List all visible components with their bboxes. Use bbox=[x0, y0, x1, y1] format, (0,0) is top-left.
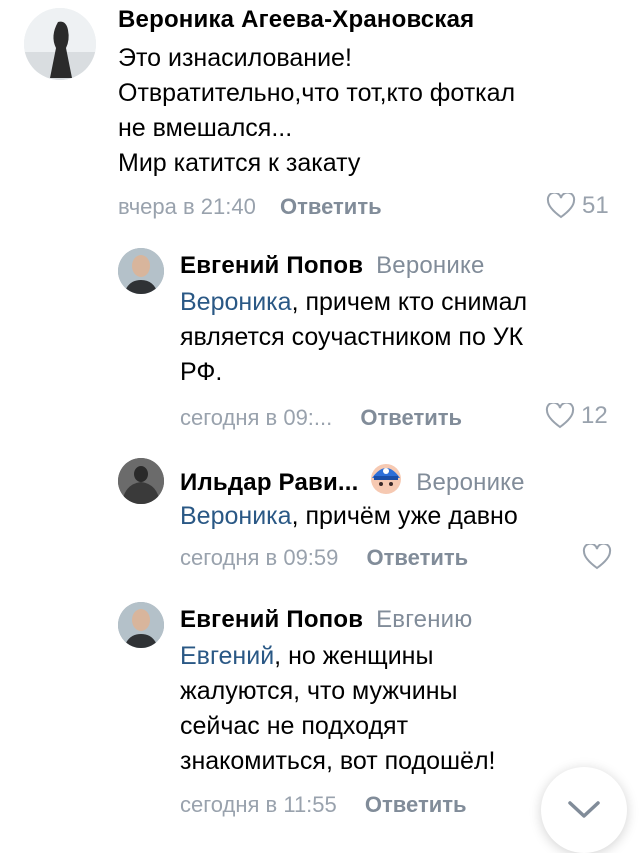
emoji-badge-icon bbox=[371, 464, 402, 494]
text-fragment: , но женщины bbox=[274, 642, 434, 670]
text-line: Вероника, причем кто снимал bbox=[180, 285, 610, 320]
heart-outline-icon bbox=[582, 544, 612, 570]
text-line: является соучастником по УК bbox=[180, 323, 524, 351]
like-button[interactable]: 51 bbox=[546, 192, 609, 220]
comment-text: Вероника, причём уже давно bbox=[180, 499, 610, 534]
comment-author: Евгений Попов Веронике bbox=[180, 252, 485, 280]
timestamp: сегодня в 11:55 bbox=[180, 792, 337, 817]
mention-link[interactable]: Вероника bbox=[180, 502, 292, 530]
text-line: РФ. bbox=[180, 358, 223, 386]
reply-button[interactable]: Ответить bbox=[280, 194, 382, 219]
author-name[interactable]: Евгений Попов bbox=[180, 606, 363, 633]
comment-text: Евгений, но женщины жалуются, что мужчин… bbox=[180, 639, 600, 779]
like-button[interactable]: 12 bbox=[545, 402, 608, 430]
like-count: 12 bbox=[581, 402, 608, 429]
text-fragment: , причём уже давно bbox=[291, 502, 518, 530]
comment-meta: сегодня в 11:55 Ответить bbox=[180, 792, 467, 818]
like-button[interactable] bbox=[582, 544, 612, 570]
heart-outline-icon bbox=[545, 403, 575, 429]
avatar[interactable] bbox=[118, 248, 164, 294]
comment-meta: сегодня в 09:59 Ответить bbox=[180, 545, 468, 571]
text-line: жалуются, что мужчины bbox=[180, 677, 458, 705]
reply-button[interactable]: Ответить bbox=[367, 545, 469, 570]
avatar[interactable] bbox=[24, 8, 96, 80]
author-name[interactable]: Ильдар Рави... bbox=[180, 469, 359, 496]
timestamp: сегодня в 09:... bbox=[180, 405, 333, 430]
reply-addressee[interactable]: Веронике bbox=[416, 469, 524, 496]
reply-button[interactable]: Ответить bbox=[360, 405, 462, 430]
comment-meta: сегодня в 09:... Ответить bbox=[180, 405, 462, 431]
chevron-down-icon bbox=[568, 801, 600, 818]
text-line: Евгений, но женщины bbox=[180, 639, 600, 674]
heart-outline-icon bbox=[546, 193, 576, 219]
scroll-down-button[interactable] bbox=[541, 767, 627, 853]
like-count: 51 bbox=[582, 192, 609, 219]
text-line: Мир катится к закату bbox=[118, 149, 361, 177]
comment-text: Вероника, причем кто снимал является соу… bbox=[180, 285, 610, 390]
timestamp: вчера в 21:40 bbox=[118, 194, 256, 219]
comment-meta: вчера в 21:40 Ответить bbox=[118, 194, 382, 220]
reply-addressee[interactable]: Евгению bbox=[376, 606, 472, 633]
comment-author: Ильдар Рави... Веронике bbox=[180, 462, 525, 497]
comment-author[interactable]: Вероника Агеева-Храновская bbox=[118, 6, 474, 34]
text-line: знакомиться, вот подошёл! bbox=[180, 747, 496, 775]
comment-author: Евгений Попов Евгению bbox=[180, 606, 472, 634]
reply-button[interactable]: Ответить bbox=[365, 792, 467, 817]
text-line: Это изнасилование! bbox=[118, 44, 352, 72]
avatar[interactable] bbox=[118, 458, 164, 504]
reply-addressee[interactable]: Веронике bbox=[376, 252, 484, 279]
text-line: не вмешался... bbox=[118, 114, 293, 142]
text-line: сейчас не подходят bbox=[180, 712, 409, 740]
avatar[interactable] bbox=[118, 602, 164, 648]
author-name[interactable]: Евгений Попов bbox=[180, 252, 363, 279]
timestamp: сегодня в 09:59 bbox=[180, 545, 339, 570]
comment-text: Это изнасилование! Отвратительно,что тот… bbox=[118, 41, 578, 181]
text-fragment: , причем кто снимал bbox=[291, 288, 528, 316]
text-line: Отвратительно,что тот,кто фоткал bbox=[118, 79, 516, 107]
mention-link[interactable]: Вероника bbox=[180, 288, 292, 316]
text-line: Вероника, причём уже давно bbox=[180, 499, 610, 534]
mention-link[interactable]: Евгений bbox=[180, 642, 274, 670]
